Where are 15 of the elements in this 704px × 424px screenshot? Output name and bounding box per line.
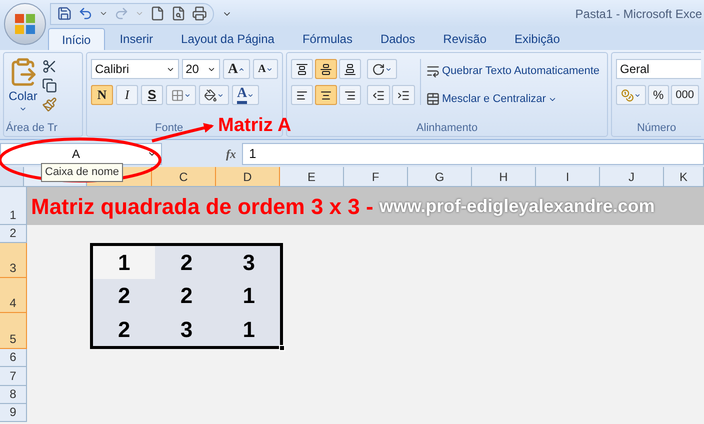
grow-font-glyph: A bbox=[228, 60, 238, 78]
group-label: Área de Tr bbox=[5, 120, 58, 136]
annotation-label: Matriz A bbox=[218, 116, 292, 135]
website-text: www.prof-edigleyalexandre.com bbox=[379, 194, 655, 218]
font-name-text: Calibri bbox=[95, 61, 130, 78]
window-title: Pasta1 - Microsoft Exce bbox=[575, 6, 702, 22]
font-color-glyph: A bbox=[237, 86, 248, 104]
group-label: Alinhamento bbox=[415, 121, 479, 136]
title-text: Matriz quadrada de ordem 3 x 3 - bbox=[31, 192, 374, 221]
name-box-text: A bbox=[70, 146, 81, 163]
group-label: Fonte bbox=[155, 121, 184, 136]
shrink-font-glyph: A bbox=[258, 62, 266, 77]
tooltip: Caixa de nome bbox=[41, 163, 123, 182]
font-size-text: 20 bbox=[186, 61, 200, 78]
group-label: Número bbox=[636, 121, 678, 136]
